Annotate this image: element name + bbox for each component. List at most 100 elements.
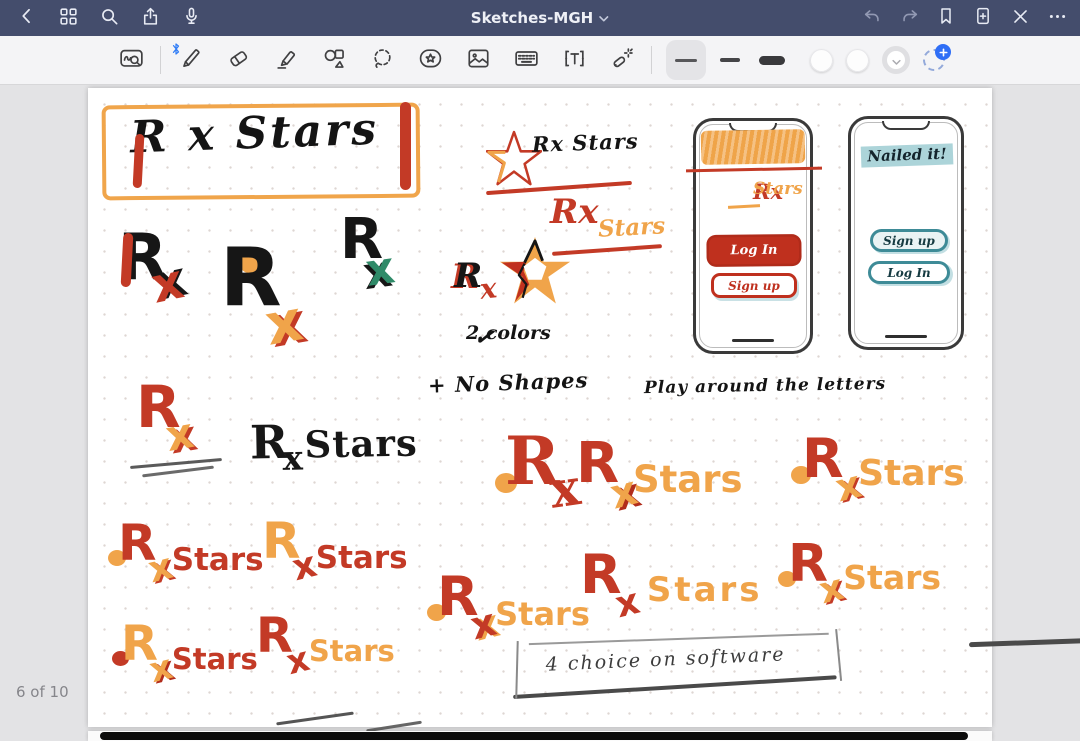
sticker-tool-button[interactable] xyxy=(415,41,445,79)
black-rxstars-sketch: RxStars xyxy=(250,413,423,470)
logo-sketch-rxstars: RxStars xyxy=(418,570,590,624)
document-title-dropdown[interactable]: Sketches-MGH xyxy=(471,0,609,36)
lasso-icon xyxy=(369,45,396,76)
medium-stroke-icon xyxy=(720,58,740,62)
logo-word-stars: Stars xyxy=(843,561,941,594)
keyboard-tool-button[interactable] xyxy=(511,41,541,79)
orange-scribble-header xyxy=(701,129,806,165)
eraser-icon xyxy=(225,45,252,76)
add-color-button[interactable] xyxy=(923,49,945,71)
thumbnails-button[interactable] xyxy=(51,3,85,33)
text-tool-button[interactable] xyxy=(559,41,589,79)
color-swatches xyxy=(810,46,945,74)
bookmark-icon xyxy=(936,6,956,30)
close-icon xyxy=(1011,7,1030,30)
logo-sketch-rxstars: RxStars xyxy=(100,518,264,568)
gray-underline xyxy=(366,720,422,731)
home-indicator xyxy=(885,335,927,339)
thickness-medium-button[interactable] xyxy=(712,40,748,80)
undo-icon xyxy=(862,6,883,31)
logo-sketch-rxstars: RxStars xyxy=(256,612,395,660)
add-page-button[interactable] xyxy=(966,3,1000,33)
next-page-peek[interactable] xyxy=(88,731,992,741)
letter-x: x xyxy=(162,408,197,461)
color-swatch-white-2[interactable] xyxy=(846,49,869,72)
notebook-page[interactable]: R x Stars R x R x R x Rx Stars Rx Stars xyxy=(88,88,992,727)
monogram-letter-x: x xyxy=(147,257,187,310)
login-button-sketch: Log In xyxy=(868,261,950,284)
signup-button-sketch: Sign up xyxy=(711,273,797,298)
logo-sketch-rx-big: Rx xyxy=(483,428,580,494)
redo-button[interactable] xyxy=(892,3,926,33)
thick-stroke-icon xyxy=(759,56,785,65)
logo-word-stars: Stars xyxy=(172,645,258,674)
play-around-note: Play around the letters xyxy=(644,374,886,398)
nailed-it-note: Nailed it! xyxy=(859,143,956,165)
eraser-tool-button[interactable] xyxy=(223,41,253,79)
zoom-window-icon xyxy=(118,45,145,76)
box-right-line xyxy=(835,629,842,681)
microphone-icon xyxy=(181,6,202,31)
undo-button[interactable] xyxy=(855,3,889,33)
share-icon xyxy=(140,6,161,31)
red-stroke xyxy=(400,102,411,190)
chevron-down-icon xyxy=(599,9,609,27)
back-button[interactable] xyxy=(10,3,44,33)
logo-letter-x: x xyxy=(282,439,303,479)
phone-notch xyxy=(882,121,930,130)
add-page-icon xyxy=(973,6,993,30)
check-mark: ✓ xyxy=(472,321,496,353)
microphone-button[interactable] xyxy=(174,3,208,33)
toolbar-divider xyxy=(160,46,161,74)
logo-sketch-rxstars-underlined: RxStars xyxy=(770,538,1080,590)
toolbar-divider xyxy=(651,46,652,74)
monogram-letter-x: x xyxy=(261,293,306,354)
canvas-area[interactable]: 6 of 10 R x Stars R x R x R x Rx Stars R… xyxy=(0,85,1080,741)
rx-letter-x: x xyxy=(478,271,498,306)
more-dots-icon xyxy=(1047,6,1068,31)
highlighter-tool-button[interactable] xyxy=(271,41,301,79)
home-indicator xyxy=(732,339,774,343)
thickness-thick-button[interactable] xyxy=(752,40,792,80)
rx-monogram-sketch: R x xyxy=(220,238,356,364)
highlighted-text: Nailed it! xyxy=(861,143,953,167)
logo-word-stars: Stars xyxy=(172,545,264,576)
chevron-down-icon xyxy=(892,51,901,70)
close-button[interactable] xyxy=(1003,3,1037,33)
two-colors-note: 2 colors✓ xyxy=(466,322,494,351)
page-indicator: 6 of 10 xyxy=(16,683,69,701)
black-bar-sketch xyxy=(100,732,968,740)
thickness-thin-button-selected[interactable] xyxy=(666,40,706,80)
zoom-window-tool-button[interactable] xyxy=(116,41,146,79)
redo-icon xyxy=(899,6,920,31)
color-swatch-white-1[interactable] xyxy=(810,49,833,72)
image-tool-button[interactable] xyxy=(463,41,493,79)
document-title: Sketches-MGH xyxy=(471,9,593,27)
logo-word-stars: Stars xyxy=(495,598,590,630)
shapes-icon xyxy=(321,45,348,76)
box-bottom-line xyxy=(513,675,837,698)
sketch-title-text: R x Stars xyxy=(129,104,380,164)
share-button[interactable] xyxy=(133,3,167,33)
grid-icon xyxy=(58,6,79,31)
logo-word-stars: Stars xyxy=(316,543,408,574)
chevron-left-icon xyxy=(17,6,37,30)
logo-word-stars: Stars xyxy=(304,421,418,467)
logo-sketch-rxstars: RxStars xyxy=(782,432,965,486)
bookmark-button[interactable] xyxy=(929,3,963,33)
pen-tool-button[interactable] xyxy=(175,41,205,79)
color-swatch-expand[interactable] xyxy=(882,46,910,74)
text-box-icon xyxy=(561,45,588,76)
lasso-tool-button[interactable] xyxy=(367,41,397,79)
search-icon xyxy=(99,6,120,31)
choice-note-text: 4 choice on software xyxy=(545,643,786,675)
search-button[interactable] xyxy=(92,3,126,33)
thin-stroke-icon xyxy=(675,59,697,62)
drawing-toolbar xyxy=(0,36,1080,85)
choice-note-box: 4 choice on software xyxy=(511,631,845,703)
plus-badge-icon xyxy=(935,44,951,60)
more-options-button[interactable] xyxy=(1040,3,1074,33)
logo-sketch-rxstars: RxStars xyxy=(580,548,763,602)
laser-pointer-button[interactable] xyxy=(607,41,637,79)
shapes-tool-button[interactable] xyxy=(319,41,349,79)
